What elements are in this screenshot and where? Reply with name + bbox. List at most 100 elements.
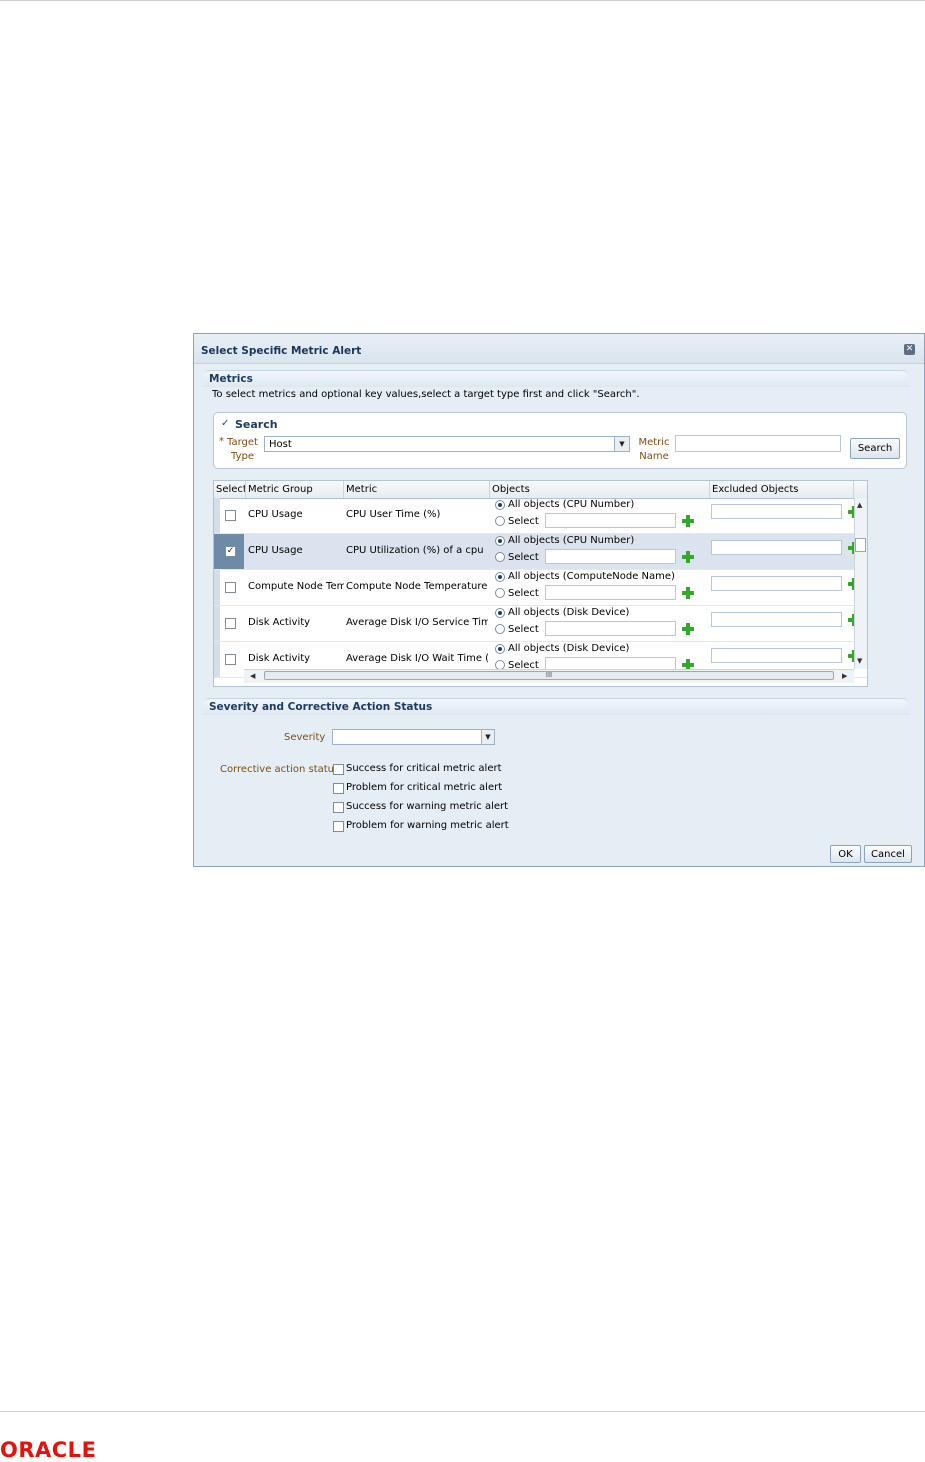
all-objects-label: All objects (Disk Device): [508, 607, 630, 618]
metric-cell: Average Disk I/O Service Time (: [346, 617, 488, 628]
metric-name-input[interactable]: [675, 435, 841, 452]
all-objects-radio[interactable]: [495, 500, 505, 510]
excluded-objects-input[interactable]: [711, 648, 842, 663]
collapse-toggle-icon[interactable]: ✓: [221, 418, 229, 429]
scroll-down-arrow-icon[interactable]: ▼: [857, 657, 862, 665]
footer-rule: [0, 1411, 925, 1412]
required-marker: *: [219, 436, 224, 447]
select-objects-radio[interactable]: [495, 588, 505, 598]
scroll-right-arrow-icon[interactable]: ▶: [842, 672, 847, 680]
add-object-plus-icon[interactable]: [682, 515, 694, 527]
cancel-button[interactable]: Cancel: [864, 845, 912, 863]
checkbox[interactable]: [333, 764, 344, 775]
severity-section-header: Severity and Corrective Action Status: [202, 698, 910, 715]
severity-label: Severity: [284, 732, 326, 743]
checkbox-label: Problem for critical metric alert: [346, 782, 503, 793]
add-object-plus-icon[interactable]: [682, 587, 694, 599]
top-rule: [0, 0, 925, 1]
select-objects-label: Select: [508, 588, 539, 599]
metric-group-cell: Compute Node Tempe: [248, 581, 344, 592]
checkbox-label: Success for critical metric alert: [346, 763, 502, 774]
checkbox-label: Success for warning metric alert: [346, 801, 509, 812]
target-type-value: Host: [269, 439, 292, 450]
vertical-scroll-thumb[interactable]: [855, 538, 866, 552]
column-header-excluded-objects[interactable]: Excluded Objects: [710, 481, 854, 498]
all-objects-radio[interactable]: [495, 536, 505, 546]
table-row-selected[interactable]: ✓ CPU Usage CPU Utilization (%) of a cpu…: [214, 534, 867, 570]
excluded-objects-input[interactable]: [711, 504, 842, 519]
metrics-table: Select Metric Group Metric Objects Exclu…: [213, 480, 868, 687]
objects-input[interactable]: [545, 585, 676, 600]
column-header-objects[interactable]: Objects: [490, 481, 710, 498]
select-objects-radio[interactable]: [495, 624, 505, 634]
add-object-plus-icon[interactable]: [682, 623, 694, 635]
metrics-section-header: Metrics: [202, 370, 910, 387]
ok-button[interactable]: OK: [830, 845, 861, 863]
checkbox[interactable]: [333, 783, 344, 794]
search-panel: ✓ Search * Target Type Host ▼ Metric Nam…: [213, 412, 907, 469]
chevron-down-icon[interactable]: ▼: [614, 437, 629, 451]
scroll-up-arrow-icon[interactable]: ▲: [857, 501, 862, 509]
all-objects-label: All objects (CPU Number): [508, 535, 635, 546]
metric-name-label: Metric Name: [638, 437, 670, 462]
metric-cell: Compute Node Temperature: [346, 581, 488, 592]
scroll-left-arrow-icon[interactable]: ◀: [250, 672, 255, 680]
metric-group-cell: CPU Usage: [248, 545, 303, 556]
objects-input[interactable]: [545, 513, 676, 528]
all-objects-label: All objects (ComputeNode Name): [508, 571, 675, 582]
metrics-section-title: Metrics: [209, 373, 253, 385]
metric-cell: Average Disk I/O Wait Time (ms: [346, 653, 488, 664]
row-checkbox[interactable]: [225, 618, 236, 629]
column-header-select[interactable]: Select: [214, 481, 246, 498]
oracle-logo: ORACLE: [0, 1438, 97, 1462]
corrective-action-label: Corrective action status: [220, 764, 340, 775]
severity-select[interactable]: ▼: [332, 729, 495, 745]
dialog-titlebar: Select Specific Metric Alert ✕: [194, 334, 924, 364]
table-header: Select Metric Group Metric Objects Exclu…: [214, 481, 867, 499]
all-objects-radio[interactable]: [495, 608, 505, 618]
close-icon[interactable]: ✕: [904, 344, 915, 355]
all-objects-radio[interactable]: [495, 572, 505, 582]
row-checkbox[interactable]: [225, 654, 236, 665]
horizontal-scroll-thumb[interactable]: III: [264, 671, 834, 680]
select-metric-alert-dialog: Select Specific Metric Alert ✕ Metrics T…: [193, 333, 925, 867]
metrics-hint: To select metrics and optional key value…: [212, 389, 640, 400]
select-objects-radio[interactable]: [495, 552, 505, 562]
excluded-objects-input[interactable]: [711, 540, 842, 555]
chevron-down-icon[interactable]: ▼: [481, 730, 494, 744]
row-checkbox[interactable]: [225, 510, 236, 521]
objects-input[interactable]: [545, 549, 676, 564]
select-objects-label: Select: [508, 624, 539, 635]
excluded-objects-input[interactable]: [711, 612, 842, 627]
table-row[interactable]: CPU Usage CPU User Time (%) All objects …: [214, 498, 867, 534]
all-objects-label: All objects (CPU Number): [508, 499, 635, 510]
all-objects-radio[interactable]: [495, 644, 505, 654]
vertical-scrollbar[interactable]: [854, 498, 867, 669]
column-header-metric-group[interactable]: Metric Group: [246, 481, 344, 498]
target-type-label: Target Type: [227, 437, 258, 462]
row-checkbox[interactable]: [225, 582, 236, 593]
metric-group-cell: Disk Activity: [248, 653, 311, 664]
metric-group-cell: CPU Usage: [248, 509, 303, 520]
metric-cell: CPU Utilization (%) of a cpu: [346, 545, 484, 556]
column-header-metric[interactable]: Metric: [344, 481, 490, 498]
table-row[interactable]: Disk Activity Average Disk I/O Service T…: [214, 606, 867, 642]
objects-input[interactable]: [545, 621, 676, 636]
all-objects-label: All objects (Disk Device): [508, 643, 630, 654]
select-objects-radio[interactable]: [495, 516, 505, 526]
row-checkbox-checked[interactable]: ✓: [225, 546, 236, 557]
excluded-objects-input[interactable]: [711, 576, 842, 591]
checkbox[interactable]: [333, 821, 344, 832]
table-row[interactable]: Compute Node Tempe Compute Node Temperat…: [214, 570, 867, 606]
select-objects-label: Select: [508, 552, 539, 563]
select-objects-label: Select: [508, 516, 539, 527]
target-type-select[interactable]: Host ▼: [264, 436, 630, 452]
metric-group-cell: Disk Activity: [248, 617, 311, 628]
search-panel-title: Search: [235, 418, 278, 431]
add-object-plus-icon[interactable]: [682, 551, 694, 563]
search-button[interactable]: Search: [850, 438, 900, 459]
checkbox[interactable]: [333, 802, 344, 813]
checkbox-label: Problem for warning metric alert: [346, 820, 509, 831]
severity-section-title: Severity and Corrective Action Status: [209, 701, 433, 713]
metric-cell: CPU User Time (%): [346, 509, 441, 520]
